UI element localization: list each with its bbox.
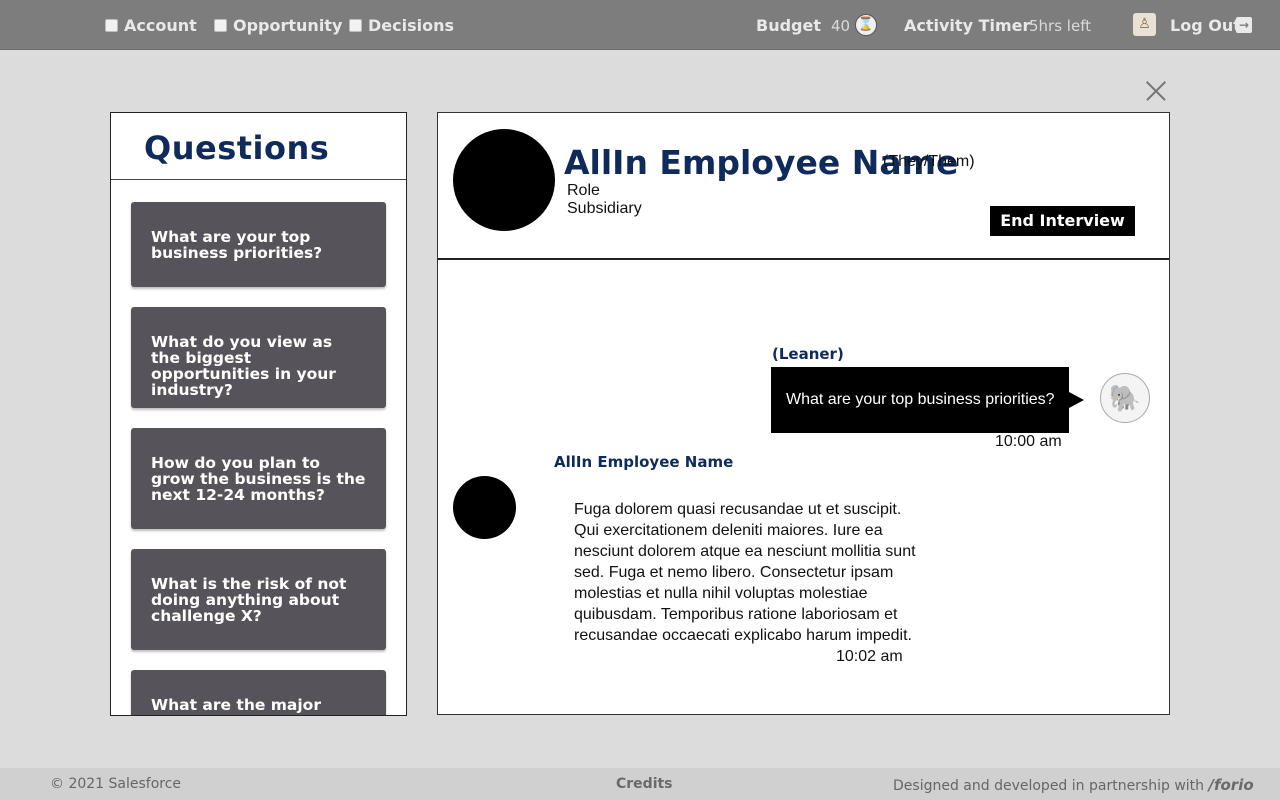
response-message-text: Fuga dolorem quasi recusandae ut et susc… xyxy=(574,501,916,644)
employee-subsidiary: Subsidiary xyxy=(567,200,642,217)
top-nav-bar: Account Opportunity Decisions Budget 40 … xyxy=(0,0,1280,50)
nav-decisions[interactable]: Decisions xyxy=(349,16,454,35)
nav-decisions-label: Decisions xyxy=(368,16,455,35)
question-card[interactable]: How do you plan to grow the business is … xyxy=(131,428,386,529)
learner-message-time: 10:00 am xyxy=(995,433,1062,450)
question-text: What is the risk of not doing anything a… xyxy=(151,575,347,625)
learner-message-bubble: What are your top business priorities? xyxy=(771,367,1084,433)
question-text: What do you view as the biggest opportun… xyxy=(151,333,336,399)
response-sender-label: AllIn Employee Name xyxy=(554,453,734,471)
learner-sender-label: (Leaner) xyxy=(772,345,844,363)
user-avatar[interactable]: ♙ xyxy=(1133,13,1156,36)
questions-panel: Questions What are your top business pri… xyxy=(110,112,407,716)
nav-opportunity-label: Opportunity xyxy=(233,16,343,35)
end-interview-button[interactable]: End Interview xyxy=(990,206,1135,236)
learner-message-text: What are your top business priorities? xyxy=(786,391,1055,408)
nav-account[interactable]: Account xyxy=(105,16,197,35)
question-text: What are your top business priorities? xyxy=(151,228,323,262)
divider xyxy=(111,179,406,180)
checkbox-icon[interactable] xyxy=(349,19,362,32)
header-divider xyxy=(438,258,1169,260)
question-card[interactable]: What are your top business priorities? xyxy=(131,202,386,287)
forio-logo[interactable]: /forio xyxy=(1208,776,1253,794)
employee-role: Role xyxy=(567,182,600,199)
budget-value: 40 xyxy=(831,17,851,35)
logout-button[interactable]: Log Out xyxy=(1170,16,1241,35)
budget-label: Budget xyxy=(756,16,821,35)
checkbox-icon[interactable] xyxy=(214,19,227,32)
question-text: How do you plan to grow the business is … xyxy=(151,454,366,504)
logout-arrow-icon[interactable]: → xyxy=(1236,17,1252,33)
activity-timer-value: 5hrs left xyxy=(1029,17,1092,35)
question-text: What are the major xyxy=(151,696,321,714)
footer: © 2021 Salesforce Credits Designed and d… xyxy=(0,768,1280,800)
activity-timer-label: Activity Timer xyxy=(904,16,1031,35)
hourglass-icon: ⌛ xyxy=(855,14,877,36)
copyright: © 2021 Salesforce xyxy=(50,776,182,792)
question-card[interactable]: What do you view as the biggest opportun… xyxy=(131,307,386,408)
interview-panel: AllIn Employee Name (They/Them) Role Sub… xyxy=(437,112,1170,715)
question-card[interactable]: What is the risk of not doing anything a… xyxy=(131,549,386,650)
nav-opportunity[interactable]: Opportunity xyxy=(214,16,342,35)
questions-title: Questions xyxy=(144,129,330,167)
response-message-time: 10:02 am xyxy=(836,648,903,665)
nav-account-label: Account xyxy=(124,16,197,35)
learner-avatar: 🐘 xyxy=(1100,373,1150,423)
credits-link[interactable]: Credits xyxy=(616,776,673,792)
response-avatar xyxy=(453,476,516,539)
partner-credit: Designed and developed in partnership wi… xyxy=(893,776,1254,794)
employee-avatar xyxy=(453,129,555,231)
question-card[interactable]: What are the major xyxy=(131,670,386,715)
checkbox-icon[interactable] xyxy=(105,19,118,32)
employee-pronouns: (They/Them) xyxy=(883,153,975,170)
close-icon[interactable] xyxy=(1146,81,1166,101)
partner-text: Designed and developed in partnership wi… xyxy=(893,778,1205,794)
